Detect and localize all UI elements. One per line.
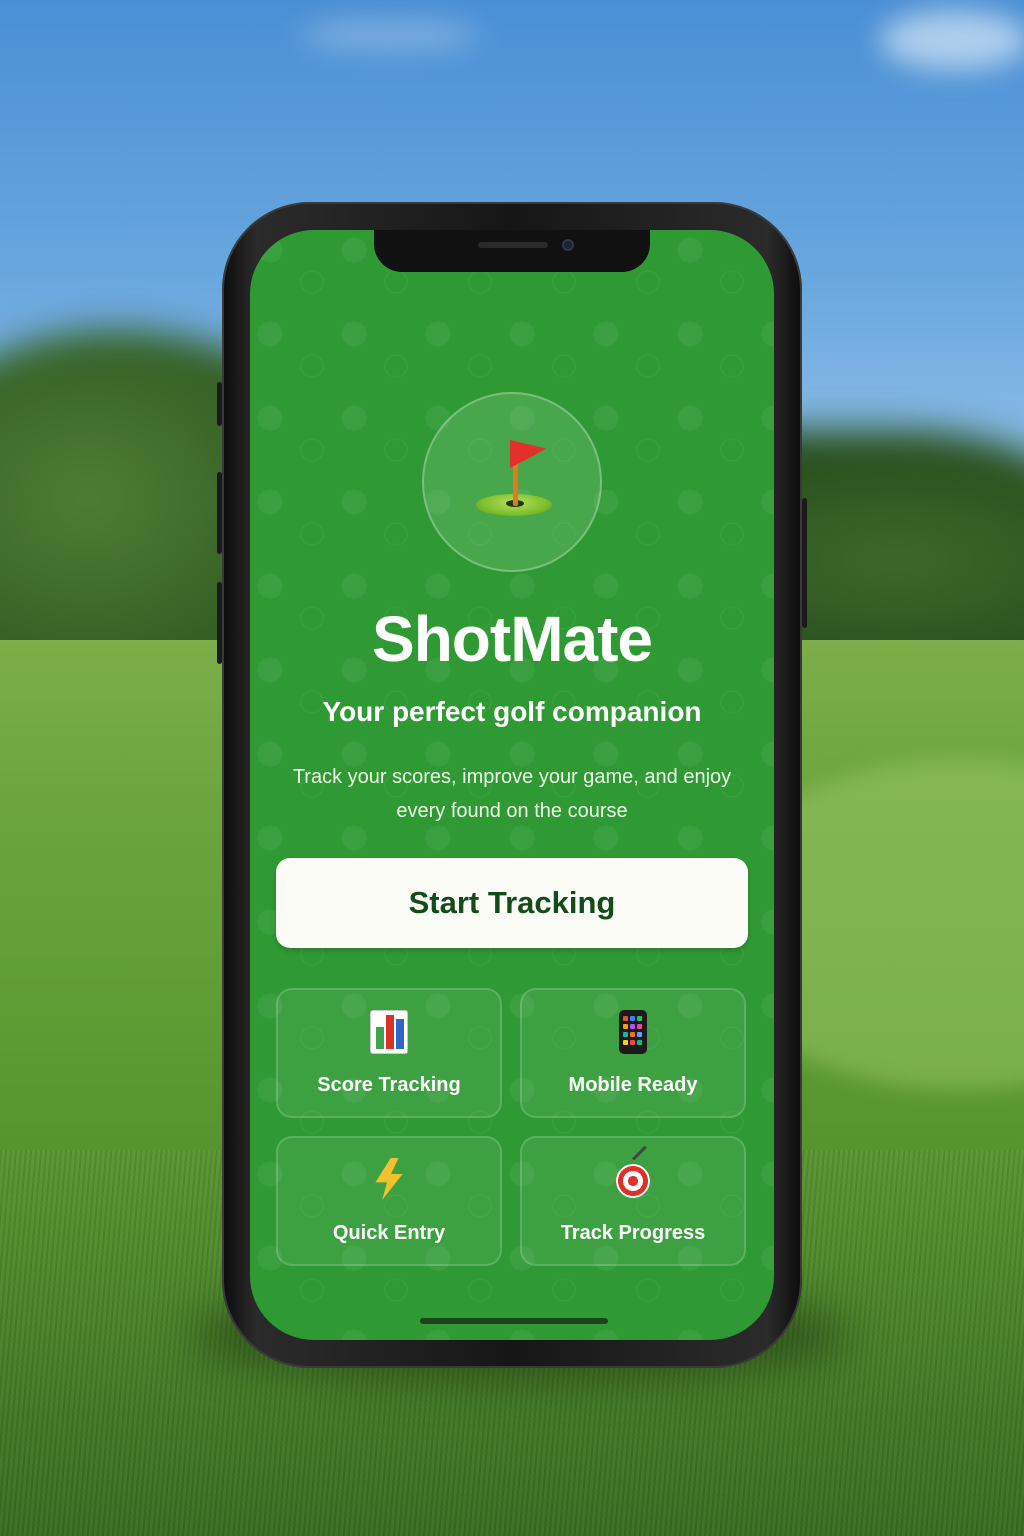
app-description: Track your scores, improve your game, an… [292,766,732,822]
app-title: ShotMate [372,603,653,675]
dart [631,1145,647,1161]
speaker [478,242,548,248]
target-icon [616,1145,650,1198]
cloud [300,20,480,50]
phone-frame: ShotMate Your perfect golf companion Tra… [217,202,807,1368]
feature-card-track-progress[interactable]: Track Progress [520,1136,746,1266]
bar-chart-icon [370,1010,408,1054]
app-screen: ShotMate Your perfect golf companion Tra… [250,230,774,1340]
app-logo [422,392,602,572]
start-tracking-button[interactable]: Start Tracking [276,858,748,948]
front-camera [562,239,574,251]
feature-label: Score Tracking [317,1074,461,1096]
feature-label: Quick Entry [332,1222,446,1244]
side-button [217,382,222,426]
volume-up-button [217,472,222,554]
feature-label: Mobile Ready [568,1074,698,1096]
power-button [802,498,807,628]
feature-card-mobile-ready[interactable]: Mobile Ready [520,988,746,1118]
cloud [880,10,1024,70]
feature-label: Track Progress [560,1222,706,1244]
app-tagline: Your perfect golf companion [322,696,702,727]
feature-card-score-tracking[interactable]: Score Tracking [276,988,502,1118]
home-indicator[interactable] [420,1318,608,1324]
feature-card-quick-entry[interactable]: Quick Entry [276,1136,502,1266]
notch [374,230,650,272]
volume-down-button [217,582,222,664]
tablet-icon [619,1010,647,1054]
flag [510,440,546,468]
lightning-icon [375,1158,403,1200]
